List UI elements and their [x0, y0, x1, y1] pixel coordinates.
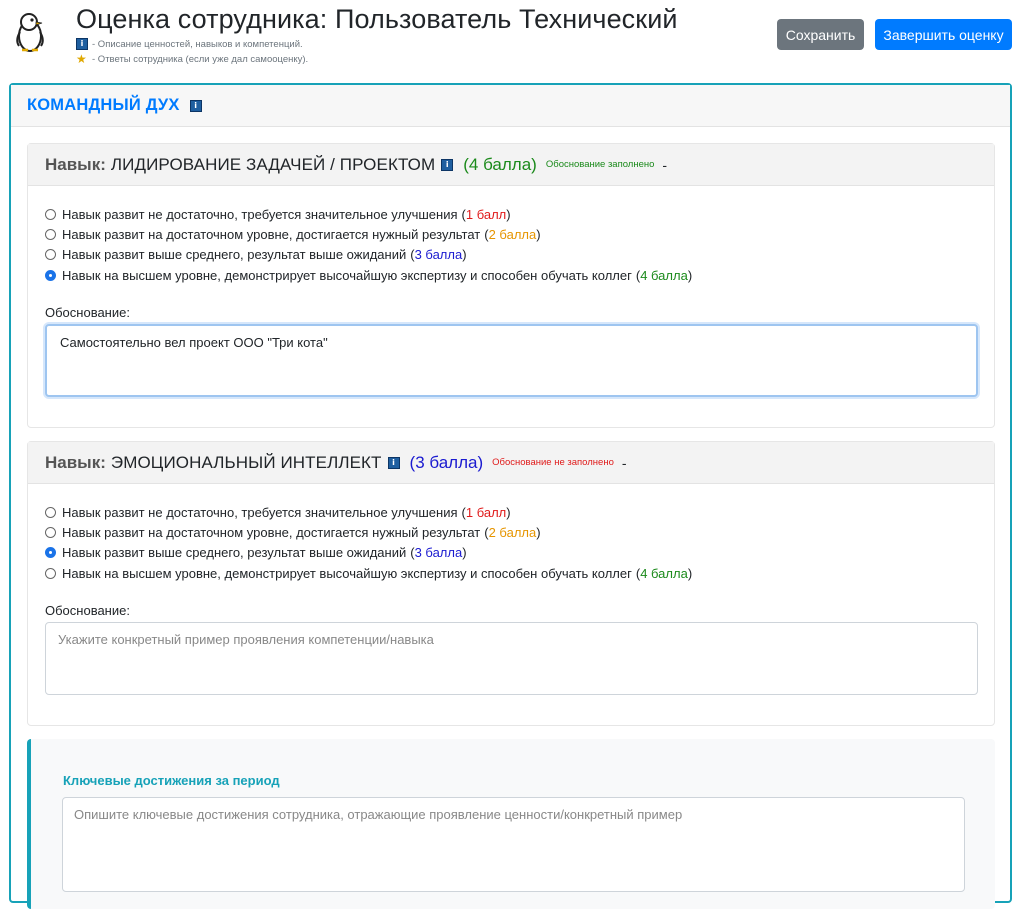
- radio-button-selected[interactable]: [45, 269, 56, 281]
- legend-info-text: - Описание ценностей, навыков и компетен…: [92, 38, 303, 50]
- justification-textarea[interactable]: Самостоятельно вел проект ООО "Три кота": [45, 324, 978, 397]
- radio-button[interactable]: [45, 249, 56, 261]
- skill-score: (4 балла): [463, 154, 537, 174]
- employee-answer: -: [621, 454, 627, 471]
- rating-option[interactable]: Навык на высшем уровне, демонстрирует вы…: [45, 563, 994, 583]
- section-title: КОМАНДНЫЙ ДУХ: [27, 96, 180, 114]
- skill-header: Навык: ЛИДИРОВАНИЕ ЗАДАЧЕЙ / ПРОЕКТОМ i …: [28, 144, 994, 186]
- radio-button[interactable]: [45, 506, 56, 518]
- save-button[interactable]: Сохранить: [777, 19, 864, 50]
- option-text: Навык развит на достаточном уровне, дост…: [62, 524, 481, 540]
- skill-name: ЭМОЦИОНАЛЬНЫЙ ИНТЕЛЛЕКТ: [110, 452, 382, 472]
- option-points: 1 балл: [465, 504, 507, 520]
- achievements-block: Ключевые достижения за период: [27, 739, 995, 909]
- skill-card: Навык: ЛИДИРОВАНИЕ ЗАДАЧЕЙ / ПРОЕКТОМ i …: [27, 143, 995, 428]
- option-points: 2 балла: [488, 524, 537, 540]
- justification-textarea[interactable]: [45, 622, 978, 695]
- info-icon[interactable]: i: [441, 158, 454, 171]
- justification-label: Обоснование:: [45, 603, 130, 619]
- penguin-icon: [16, 13, 44, 52]
- justification-label: Обоснование:: [45, 305, 130, 321]
- rating-option[interactable]: Навык развит на достаточном уровне, дост…: [45, 224, 994, 244]
- option-points: 3 балла: [414, 247, 463, 263]
- achievements-title: Ключевые достижения за период: [63, 773, 280, 788]
- radio-button-selected[interactable]: [45, 547, 56, 559]
- option-points: 3 балла: [414, 545, 463, 561]
- skill-card: Навык: ЭМОЦИОНАЛЬНЫЙ ИНТЕЛЛЕКТ i (3 балл…: [27, 441, 995, 726]
- legend-info: i - Описание ценностей, навыков и компет…: [76, 38, 303, 50]
- justification-status: Обоснование не заполнено: [492, 457, 614, 468]
- rating-options: Навык развит не достаточно, требуется зн…: [28, 484, 994, 583]
- rating-option[interactable]: Навык развит на достаточном уровне, дост…: [45, 522, 994, 542]
- skill-prefix: Навык:: [45, 452, 106, 472]
- radio-button[interactable]: [45, 526, 56, 538]
- finish-evaluation-button[interactable]: Завершить оценку: [875, 19, 1012, 50]
- value-card-header: КОМАНДНЫЙ ДУХ i: [11, 85, 1010, 127]
- rating-option[interactable]: Навык развит не достаточно, требуется зн…: [45, 204, 994, 224]
- radio-button[interactable]: [45, 228, 56, 240]
- option-text: Навык на высшем уровне, демонстрирует вы…: [62, 565, 632, 581]
- option-text: Навык развит не достаточно, требуется зн…: [62, 206, 458, 222]
- employee-answer: -: [662, 156, 668, 173]
- option-text: Навык развит выше среднего, результат вы…: [62, 545, 407, 561]
- option-text: Навык развит на достаточном уровне, дост…: [62, 226, 481, 242]
- page-header: Оценка сотрудника: Пользователь Техничес…: [0, 0, 1024, 78]
- option-points: 2 балла: [488, 226, 537, 242]
- info-icon: i: [76, 38, 88, 50]
- rating-option[interactable]: Навык развит не достаточно, требуется зн…: [45, 502, 994, 522]
- rating-option[interactable]: Навык развит выше среднего, результат вы…: [45, 245, 994, 265]
- skill-header: Навык: ЭМОЦИОНАЛЬНЫЙ ИНТЕЛЛЕКТ i (3 балл…: [28, 442, 994, 484]
- value-card: КОМАНДНЫЙ ДУХ i Навык: ЛИДИРОВАНИЕ ЗАДАЧ…: [9, 83, 1012, 909]
- option-text: Навык на высшем уровне, демонстрирует вы…: [62, 267, 632, 283]
- star-icon: ★: [76, 52, 87, 66]
- option-text: Навык развит не достаточно, требуется зн…: [62, 504, 458, 520]
- radio-button[interactable]: [45, 208, 56, 220]
- rating-option[interactable]: Навык на высшем уровне, демонстрирует вы…: [45, 265, 994, 285]
- option-text: Навык развит выше среднего, результат вы…: [62, 247, 407, 263]
- achievements-textarea[interactable]: [62, 797, 965, 892]
- page-title: Оценка сотрудника: Пользователь Техничес…: [76, 4, 678, 34]
- info-icon[interactable]: i: [387, 456, 400, 469]
- rating-option[interactable]: Навык развит выше среднего, результат вы…: [45, 543, 994, 563]
- legend-star-text: - Ответы сотрудника (если уже дал самооц…: [92, 53, 309, 65]
- option-points: 1 балл: [465, 206, 507, 222]
- info-icon[interactable]: i: [189, 99, 202, 112]
- radio-button[interactable]: [45, 567, 56, 579]
- rating-options: Навык развит не достаточно, требуется зн…: [28, 186, 994, 285]
- option-points: 4 балла: [640, 565, 688, 581]
- option-points: 4 балла: [640, 267, 688, 283]
- skill-score: (3 балла): [409, 452, 484, 472]
- skill-prefix: Навык:: [45, 154, 106, 174]
- justification-status: Обоснование заполнено: [545, 159, 655, 170]
- legend-star: ★ - Ответы сотрудника (если уже дал само…: [76, 53, 308, 65]
- skill-name: ЛИДИРОВАНИЕ ЗАДАЧЕЙ / ПРОЕКТОМ: [110, 154, 436, 174]
